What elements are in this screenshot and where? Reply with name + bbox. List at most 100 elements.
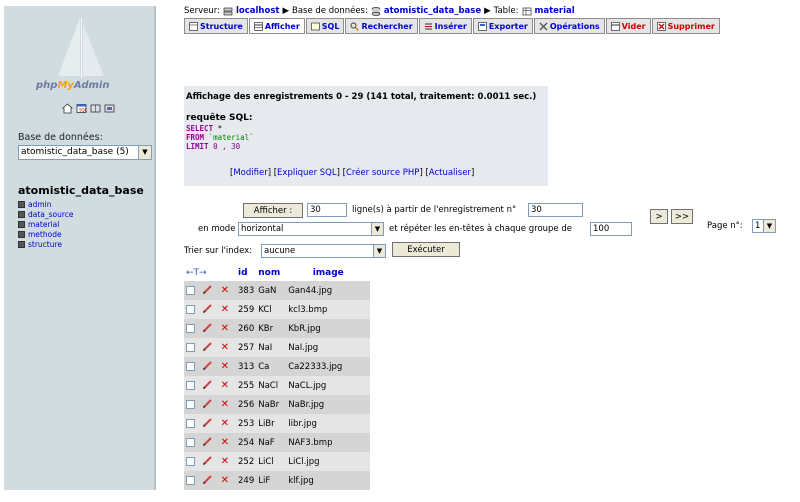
edit-cell[interactable] xyxy=(200,452,219,471)
refresh-link[interactable]: Actualiser xyxy=(429,168,471,178)
next-page-button[interactable]: > xyxy=(650,209,668,224)
table-row[interactable]: ✕ 252 LiCl LiCl.jpg xyxy=(184,452,371,471)
pencil-icon[interactable] xyxy=(202,398,213,409)
pencil-icon[interactable] xyxy=(202,474,213,485)
table-row[interactable]: ✕ 255 NaCl NaCL.jpg xyxy=(184,376,371,395)
tab-rechercher[interactable]: Rechercher xyxy=(345,18,418,34)
pencil-icon[interactable] xyxy=(202,455,213,466)
delete-cell[interactable]: ✕ xyxy=(218,414,236,433)
sidebar-item-admin[interactable]: admin xyxy=(18,199,74,209)
database-select[interactable]: atomistic_data_base (5) ▼ xyxy=(18,145,152,160)
execute-button[interactable]: Exécuter xyxy=(392,242,460,257)
tab-exporter[interactable]: Exporter xyxy=(472,18,533,34)
checkbox[interactable] xyxy=(186,456,195,466)
table-icon[interactable] xyxy=(18,220,25,228)
checkbox[interactable] xyxy=(186,361,195,371)
pencil-icon[interactable] xyxy=(202,360,213,371)
create-php-link[interactable]: Créer source PHP xyxy=(346,168,419,178)
tab-afficher[interactable]: Afficher xyxy=(248,18,305,34)
delete-cell[interactable]: ✕ xyxy=(218,452,236,471)
start-input[interactable]: 30 xyxy=(528,203,583,217)
repeat-input[interactable]: 100 xyxy=(590,222,632,236)
table-row[interactable]: ✕ 259 KCl kcl3.bmp xyxy=(184,300,371,319)
edit-cell[interactable] xyxy=(200,471,219,490)
server-link[interactable]: localhost xyxy=(236,6,279,16)
table-icon[interactable] xyxy=(18,200,25,208)
checkbox[interactable] xyxy=(186,304,195,314)
row-checkbox[interactable] xyxy=(184,376,201,395)
db-link[interactable]: atomistic_data_base xyxy=(384,6,481,16)
table-link[interactable]: material xyxy=(28,220,59,229)
row-checkbox[interactable] xyxy=(184,338,201,357)
table-icon[interactable] xyxy=(18,210,25,218)
pencil-icon[interactable] xyxy=(202,379,213,390)
column-header-image[interactable]: image xyxy=(286,264,371,281)
table-icon[interactable] xyxy=(18,240,25,248)
mode-select[interactable]: horizontal ▼ xyxy=(238,222,384,236)
delete-icon[interactable]: ✕ xyxy=(221,456,229,467)
explain-sql-link[interactable]: Expliquer SQL xyxy=(277,168,337,178)
show-button[interactable]: Afficher : xyxy=(243,203,303,218)
table-link[interactable]: material xyxy=(535,6,575,16)
sidebar-item-structure[interactable]: structure xyxy=(18,239,74,249)
sidebar-item-material[interactable]: material xyxy=(18,219,74,229)
checkbox[interactable] xyxy=(186,399,195,409)
delete-cell[interactable]: ✕ xyxy=(218,376,236,395)
row-checkbox[interactable] xyxy=(184,357,201,376)
table-row[interactable]: ✕ 383 GaN Gan44.jpg xyxy=(184,281,371,300)
checkbox[interactable] xyxy=(186,342,195,352)
delete-cell[interactable]: ✕ xyxy=(218,357,236,376)
sidebar-item-methode[interactable]: methode xyxy=(18,229,74,239)
delete-icon[interactable]: ✕ xyxy=(221,342,229,353)
table-row[interactable]: ✕ 313 Ca Ca22333.jpg xyxy=(184,357,371,376)
database-title[interactable]: atomistic_data_base xyxy=(18,184,144,197)
delete-icon[interactable]: ✕ xyxy=(221,323,229,334)
table-row[interactable]: ✕ 253 LiBr libr.jpg xyxy=(184,414,371,433)
edit-cell[interactable] xyxy=(200,376,219,395)
tab-sql[interactable]: SQL xyxy=(305,18,345,34)
edit-cell[interactable] xyxy=(200,357,219,376)
sort-index-select[interactable]: aucune ▼ xyxy=(261,244,386,258)
column-header-id[interactable]: id xyxy=(236,264,257,281)
tab-structure[interactable]: Structure xyxy=(184,18,248,34)
edit-cell[interactable] xyxy=(200,414,219,433)
table-row[interactable]: ✕ 249 LiF klf.jpg xyxy=(184,471,371,490)
checkbox[interactable] xyxy=(186,437,195,447)
checkbox[interactable] xyxy=(186,380,195,390)
pencil-icon[interactable] xyxy=(202,303,213,314)
delete-icon[interactable]: ✕ xyxy=(221,418,229,429)
sidebar-item-data-source[interactable]: data_source xyxy=(18,209,74,219)
edit-cell[interactable] xyxy=(200,395,219,414)
delete-cell[interactable]: ✕ xyxy=(218,338,236,357)
row-checkbox[interactable] xyxy=(184,319,201,338)
row-checkbox[interactable] xyxy=(184,471,201,490)
last-page-button[interactable]: >> xyxy=(671,209,693,224)
sql-docs-icon[interactable] xyxy=(104,103,115,114)
home-icon[interactable] xyxy=(62,103,73,114)
delete-cell[interactable]: ✕ xyxy=(218,433,236,452)
row-checkbox[interactable] xyxy=(184,395,201,414)
edit-cell[interactable] xyxy=(200,300,219,319)
tab-inserer[interactable]: Insérer xyxy=(418,18,472,34)
delete-icon[interactable]: ✕ xyxy=(221,399,229,410)
delete-icon[interactable]: ✕ xyxy=(221,380,229,391)
pencil-icon[interactable] xyxy=(202,341,213,352)
table-row[interactable]: ✕ 257 NaI NaI.jpg xyxy=(184,338,371,357)
delete-icon[interactable]: ✕ xyxy=(221,285,229,296)
rows-input[interactable]: 30 xyxy=(307,203,347,217)
table-link[interactable]: methode xyxy=(28,230,62,239)
delete-cell[interactable]: ✕ xyxy=(218,395,236,414)
checkbox[interactable] xyxy=(186,323,195,333)
delete-cell[interactable]: ✕ xyxy=(218,319,236,338)
table-link[interactable]: admin xyxy=(28,200,52,209)
delete-icon[interactable]: ✕ xyxy=(221,361,229,372)
pencil-icon[interactable] xyxy=(202,417,213,428)
column-resize-arrows[interactable]: ←T→ xyxy=(184,264,236,281)
docs-icon[interactable] xyxy=(90,103,101,114)
table-link[interactable]: structure xyxy=(28,240,62,249)
edit-cell[interactable] xyxy=(200,281,219,300)
row-checkbox[interactable] xyxy=(184,281,201,300)
table-row[interactable]: ✕ 254 NaF NAF3.bmp xyxy=(184,433,371,452)
table-row[interactable]: ✕ 256 NaBr NaBr.jpg xyxy=(184,395,371,414)
edit-cell[interactable] xyxy=(200,433,219,452)
